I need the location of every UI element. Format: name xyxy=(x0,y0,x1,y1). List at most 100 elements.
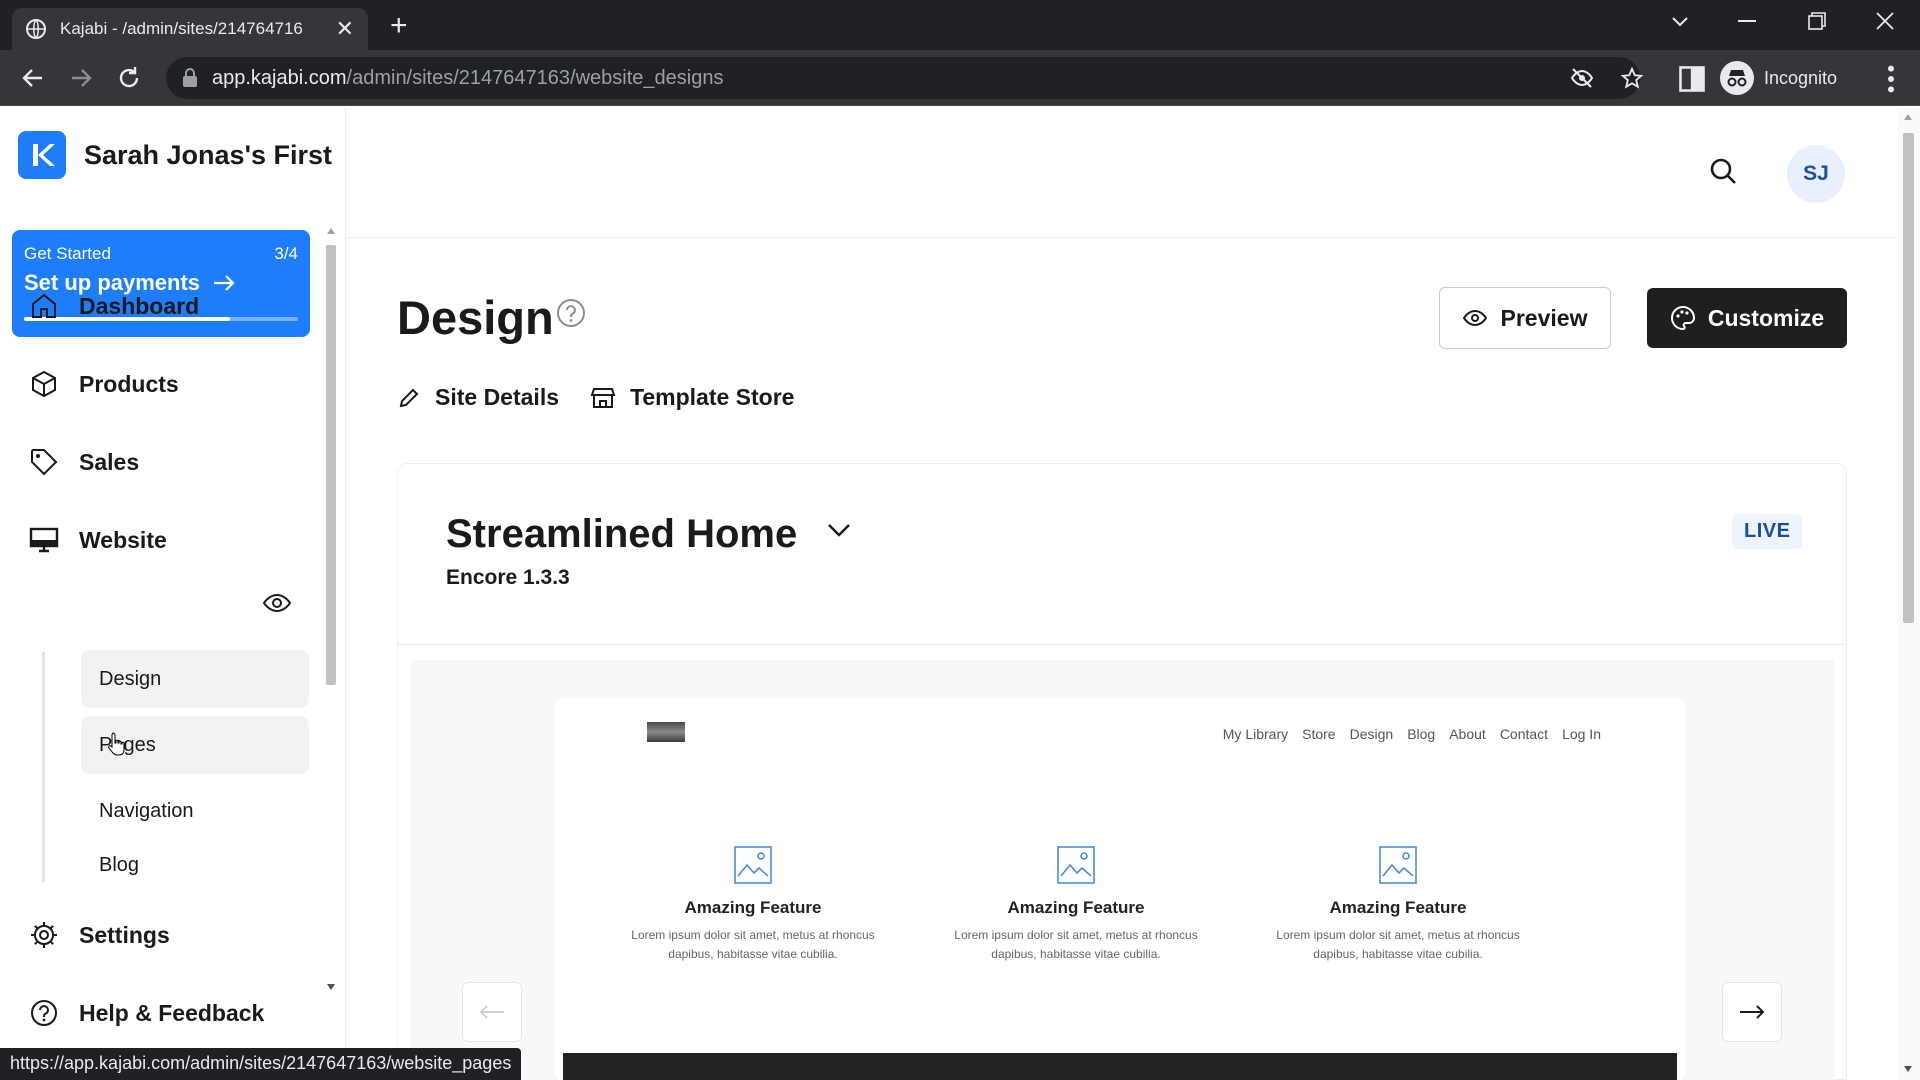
site-details-label: Site Details xyxy=(435,384,559,410)
feature-card: Amazing Feature Lorem ipsum dolor sit am… xyxy=(608,846,898,964)
incognito-profile[interactable]: Incognito xyxy=(1720,58,1837,98)
close-tab-icon[interactable]: ✕ xyxy=(336,18,354,40)
customize-button[interactable]: Customize xyxy=(1647,288,1847,348)
question-circle-icon[interactable] xyxy=(556,298,586,328)
store-icon xyxy=(590,387,616,408)
browser-tab-strip: Kajabi - /admin/sites/214764716 ✕ + xyxy=(0,0,1920,50)
subnav-item-design[interactable]: Design xyxy=(81,650,309,708)
star-icon[interactable] xyxy=(1620,67,1644,89)
get-started-progress: 3/4 xyxy=(274,244,298,263)
customize-label: Customize xyxy=(1707,304,1825,331)
scroll-up-icon[interactable] xyxy=(326,227,336,235)
close-window-icon[interactable] xyxy=(1876,12,1894,30)
sidebar-scroll-thumb[interactable] xyxy=(326,245,336,685)
view-site-eye-icon[interactable] xyxy=(262,592,292,614)
url-host: app.kajabi.com xyxy=(212,67,347,89)
globe-icon xyxy=(26,19,46,39)
page-scrollbar[interactable] xyxy=(1897,107,1920,1080)
theme-card-header: Streamlined Home Encore 1.3.3 LIVE xyxy=(398,464,1846,645)
site-brand[interactable]: Sarah Jonas's First xyxy=(18,131,332,179)
image-placeholder-icon xyxy=(1057,846,1095,884)
sidebar-item-dashboard[interactable]: Dashboard xyxy=(28,290,199,322)
theme-name[interactable]: Streamlined Home xyxy=(446,512,797,557)
url-text: app.kajabi.com/admin/sites/2147647163/we… xyxy=(212,67,723,90)
status-badge: LIVE xyxy=(1732,514,1803,549)
pencil-icon xyxy=(399,388,419,407)
preview-button[interactable]: Preview xyxy=(1439,287,1611,349)
restore-icon[interactable] xyxy=(1808,12,1826,30)
minimize-icon[interactable] xyxy=(1738,20,1756,24)
lock-icon xyxy=(183,68,197,87)
sidebar-item-label: Dashboard xyxy=(79,292,200,319)
sidebar-item-help-feedback[interactable]: Help & Feedback xyxy=(28,997,264,1029)
back-arrow-icon[interactable] xyxy=(18,63,48,93)
arrow-right-icon xyxy=(214,275,235,291)
incognito-icon xyxy=(1720,61,1754,95)
sidebar-item-products[interactable]: Products xyxy=(28,368,179,400)
chevron-down-icon[interactable] xyxy=(826,522,852,538)
mini-nav-item: About xyxy=(1449,726,1486,742)
theme-card: Streamlined Home Encore 1.3.3 LIVE My Li… xyxy=(397,463,1847,1080)
mini-nav-item: Store xyxy=(1302,726,1336,742)
subnav-item-navigation[interactable]: Navigation xyxy=(81,782,309,840)
reload-icon[interactable] xyxy=(114,63,144,93)
previous-theme-button[interactable] xyxy=(462,982,522,1042)
theme-thumbnail[interactable]: My Library Store Design Blog About Conta… xyxy=(555,698,1685,1080)
feature-desc: dapibus, habitasse vitae cubilia. xyxy=(991,947,1161,961)
new-tab-icon[interactable]: + xyxy=(390,11,408,41)
site-details-link[interactable]: Site Details xyxy=(397,384,559,411)
kebab-menu-icon[interactable] xyxy=(1876,64,1906,94)
subnav-label: Design xyxy=(99,667,162,690)
mini-nav-item: Design xyxy=(1349,726,1394,742)
image-placeholder-icon xyxy=(1379,846,1417,884)
tab-search-chevron-icon[interactable] xyxy=(1670,14,1690,28)
forward-arrow-icon[interactable] xyxy=(66,63,96,93)
feature-desc: Lorem ipsum dolor sit amet, metus at rho… xyxy=(1276,928,1520,942)
address-bar[interactable]: app.kajabi.com/admin/sites/2147647163/we… xyxy=(166,57,1644,99)
browser-toolbar: app.kajabi.com/admin/sites/2147647163/we… xyxy=(0,50,1920,106)
page-title: Design xyxy=(397,291,554,344)
arrow-right-icon xyxy=(1740,1005,1765,1019)
sidebar-item-settings[interactable]: Settings xyxy=(28,919,170,951)
sidebar: Sarah Jonas's First Get Started 3/4 Set … xyxy=(0,107,346,1080)
hand-cursor-icon xyxy=(108,732,125,756)
sidebar-item-label: Sales xyxy=(79,448,140,475)
feature-title: Amazing Feature xyxy=(684,898,822,917)
help-circle-icon xyxy=(28,997,60,1029)
eye-icon xyxy=(1462,309,1487,327)
image-placeholder-icon xyxy=(734,846,772,884)
feature-desc: Lorem ipsum dolor sit amet, metus at rho… xyxy=(631,928,875,942)
mini-site-logo xyxy=(647,722,685,742)
scroll-up-icon[interactable] xyxy=(1903,113,1913,121)
feature-desc: dapibus, habitasse vitae cubilia. xyxy=(1313,947,1483,961)
sidebar-item-website[interactable]: Website xyxy=(28,524,167,556)
side-panel-icon[interactable] xyxy=(1677,64,1707,94)
subnav-item-blog[interactable]: Blog xyxy=(81,848,309,884)
arrow-left-icon xyxy=(479,1005,504,1019)
template-store-link[interactable]: Template Store xyxy=(590,384,794,411)
site-name: Sarah Jonas's First xyxy=(84,139,333,170)
search-icon[interactable] xyxy=(1709,157,1737,185)
sidebar-item-label: Settings xyxy=(79,921,170,948)
tab-title: Kajabi - /admin/sites/214764716 xyxy=(60,19,303,38)
next-theme-button[interactable] xyxy=(1722,982,1782,1042)
avatar[interactable]: SJ xyxy=(1787,145,1845,203)
sidebar-scrollbar[interactable] xyxy=(324,225,338,990)
mini-site-nav: My Library Store Design Blog About Conta… xyxy=(1223,726,1601,742)
template-store-label: Template Store xyxy=(630,384,795,410)
feature-desc: dapibus, habitasse vitae cubilia. xyxy=(668,947,838,961)
page-scroll-thumb[interactable] xyxy=(1903,133,1914,623)
url-path: /admin/sites/2147647163/website_designs xyxy=(346,67,724,89)
scroll-down-icon[interactable] xyxy=(1903,1065,1913,1073)
eye-slash-icon[interactable] xyxy=(1570,67,1594,89)
subnav-label: Blog xyxy=(99,854,140,876)
sidebar-item-sales[interactable]: Sales xyxy=(28,446,139,478)
feature-desc: Lorem ipsum dolor sit amet, metus at rho… xyxy=(954,928,1198,942)
browser-tab[interactable]: Kajabi - /admin/sites/214764716 ✕ xyxy=(12,8,368,50)
palette-icon xyxy=(1670,305,1695,331)
monitor-icon xyxy=(28,524,60,556)
mini-nav-item: Blog xyxy=(1407,726,1436,742)
theme-preview-area: My Library Store Design Blog About Conta… xyxy=(410,660,1834,1080)
scroll-down-icon[interactable] xyxy=(326,983,336,991)
incognito-label: Incognito xyxy=(1764,67,1838,88)
